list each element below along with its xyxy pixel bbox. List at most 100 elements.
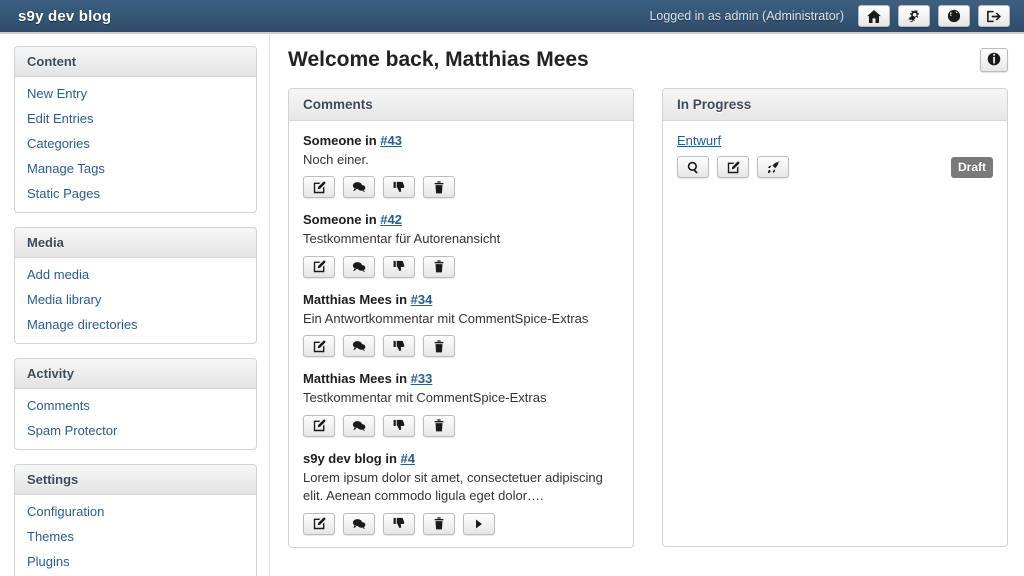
comment-delete-button[interactable] [423,512,455,535]
thumbs-down-icon [393,517,406,530]
draft-preview-button[interactable] [677,156,709,178]
rocket-icon [767,160,780,174]
sidebar-item-plugins[interactable]: Plugins [15,549,256,574]
sidebar-section-settings: Settings Configuration Themes Plugins Us… [14,464,257,576]
comment-expand-button[interactable] [463,512,495,535]
in-progress-column: In Progress Entwurf Draft [662,88,1008,547]
sidebar-section-title: Content [15,47,256,77]
comment-item: s9y dev blog in #4 Lorem ipsum dolor sit… [303,451,619,535]
in-progress-card-title: In Progress [663,89,1007,121]
comment-edit-button[interactable] [303,176,335,199]
comments-card-title: Comments [289,89,633,121]
comment-actions [303,512,619,535]
edit-icon [313,181,326,194]
comment-reply-button[interactable] [343,335,375,358]
login-status-text: Logged in as admin (Administrator) [649,9,844,23]
thumbs-down-icon [393,340,406,353]
comment-mark-spam-button[interactable] [383,414,415,437]
comment-item: Someone in #43 Noch einer. [303,133,619,199]
in-progress-card: In Progress Entwurf Draft [662,88,1008,547]
sidebar-section-body: Comments Spam Protector [15,389,256,449]
edit-icon [313,260,326,273]
sidebar-item-new-entry[interactable]: New Entry [15,81,256,106]
comment-author-line: s9y dev blog in #4 [303,451,619,466]
page-body: Content New Entry Edit Entries Categorie… [0,34,1024,576]
sidebar-item-manage-directories[interactable]: Manage directories [15,312,256,337]
comment-entry-link[interactable]: #33 [411,371,433,386]
search-icon [687,161,700,174]
thumbs-down-icon [393,181,406,194]
sidebar-item-spam-protector[interactable]: Spam Protector [15,418,256,443]
info-icon [987,52,1001,69]
sidebar-item-manage-tags[interactable]: Manage Tags [15,156,256,181]
comment-text: Lorem ipsum dolor sit amet, consectetuer… [303,469,603,504]
sidebar-item-configuration[interactable]: Configuration [15,499,256,524]
comment-author: Someone in [303,212,381,228]
edit-icon [727,161,740,174]
sidebar-item-themes[interactable]: Themes [15,524,256,549]
comment-delete-button[interactable] [423,414,455,437]
dashboard-columns: Comments Someone in #43 Noch einer. Some… [288,88,1008,548]
trash-icon [433,260,445,273]
comment-mark-spam-button[interactable] [383,335,415,358]
thumbs-down-icon [393,419,406,432]
comment-mark-spam-button[interactable] [383,176,415,199]
home-button[interactable] [858,5,890,27]
comment-reply-button[interactable] [343,176,375,199]
comment-delete-button[interactable] [423,176,455,199]
comments-list: Someone in #43 Noch einer. Someone in #4… [289,121,633,547]
comment-text: Testkommentar mit CommentSpice-Extras [303,390,547,406]
comment-edit-button[interactable] [303,255,335,278]
draft-title-line: Entwurf [677,133,993,148]
comment-author: s9y dev blog in [303,450,401,466]
logout-button[interactable] [978,5,1010,27]
comment-delete-button[interactable] [423,255,455,278]
edit-icon [313,419,326,432]
sidebar-item-comments[interactable]: Comments [15,393,256,418]
comment-mark-spam-button[interactable] [383,255,415,278]
draft-entry-link[interactable]: Entwurf [677,133,721,148]
trash-icon [433,340,445,353]
sidebar-item-edit-entries[interactable]: Edit Entries [15,106,256,131]
comment-item: Matthias Mees in #34 Ein Antwortkommenta… [303,291,619,358]
comment-author: Matthias Mees in [303,291,411,307]
sidebar-section-body: Configuration Themes Plugins Users Group… [15,495,256,576]
sidebar-item-static-pages[interactable]: Static Pages [15,181,256,206]
comment-edit-button[interactable] [303,512,335,535]
comment-actions [303,414,619,437]
comment-item: Matthias Mees in #33 Testkommentar mit C… [303,371,619,437]
draft-actions-row: Draft [677,156,993,178]
comment-delete-button[interactable] [423,335,455,358]
info-button[interactable] [980,48,1008,72]
comment-entry-link[interactable]: #4 [401,451,415,466]
comment-edit-button[interactable] [303,414,335,437]
comment-author-line: Someone in #43 [303,133,619,148]
comment-edit-button[interactable] [303,335,335,358]
sidebar-item-categories[interactable]: Categories [15,131,256,156]
comment-entry-link[interactable]: #34 [411,292,433,307]
sidebar-item-media-library[interactable]: Media library [15,287,256,312]
draft-publish-button[interactable] [757,156,789,178]
plugins-button[interactable] [898,5,930,27]
page-title: Welcome back, Matthias Mees [288,48,589,71]
comment-reply-button[interactable] [343,414,375,437]
play-icon [475,519,483,529]
comment-mark-spam-button[interactable] [383,512,415,535]
comment-entry-link[interactable]: #43 [380,133,402,148]
sidebar-section-activity: Activity Comments Spam Protector [14,358,257,450]
comment-entry-link[interactable]: #42 [380,212,402,227]
draft-item: Entwurf Draft [677,133,993,178]
comments-icon [352,420,366,432]
comment-reply-button[interactable] [343,512,375,535]
comment-actions [303,176,619,199]
comment-text: Ein Antwortkommentar mit CommentSpice-Ex… [303,310,589,326]
frontend-button[interactable] [938,5,970,27]
comments-icon [352,181,366,193]
in-progress-list: Entwurf Draft [663,121,1007,546]
comment-reply-button[interactable] [343,255,375,278]
sidebar-item-add-media[interactable]: Add media [15,262,256,287]
sidebar-section-title: Activity [15,359,256,389]
sidebar-section-content: Content New Entry Edit Entries Categorie… [14,46,257,213]
draft-edit-button[interactable] [717,156,749,178]
main-content: Welcome back, Matthias Mees Comments Som… [270,34,1024,576]
